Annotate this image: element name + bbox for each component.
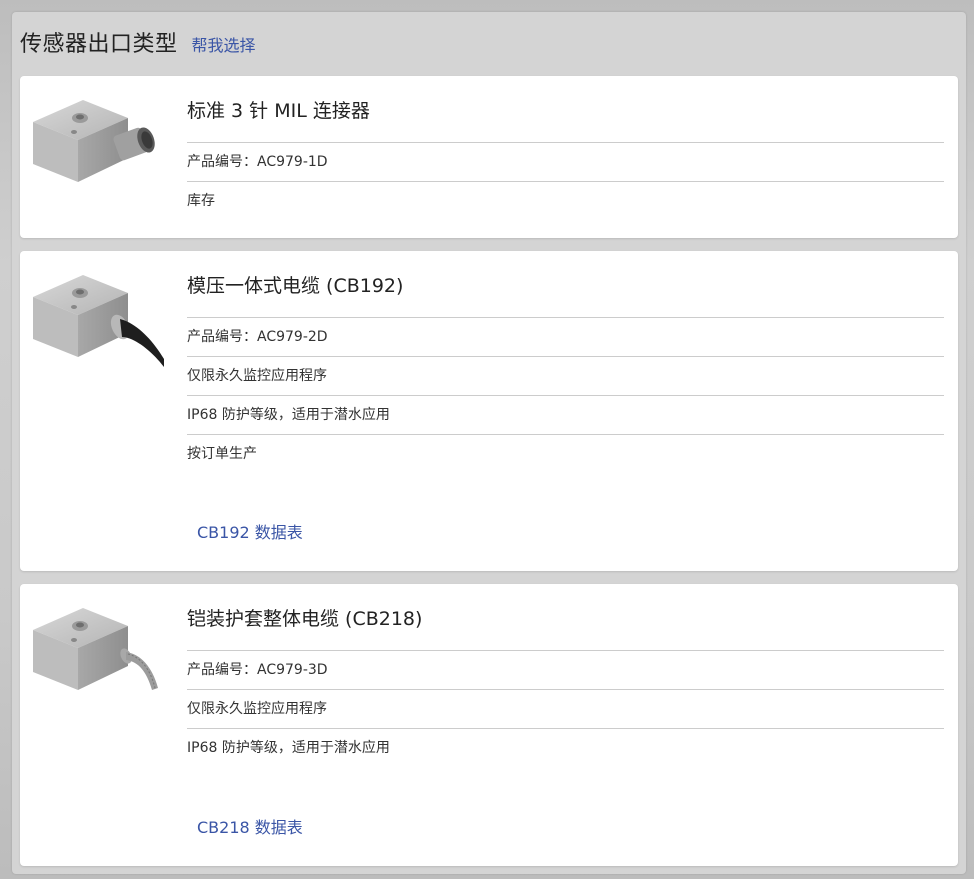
feature-item: IP68 防护等级，适用于潜水应用 <box>187 740 390 756</box>
part-number: 产品编号：AC979-3D <box>187 651 944 690</box>
card-title: 模压一体式电缆 (CB192) <box>187 251 944 318</box>
panel-title: 传感器出口类型 <box>20 32 178 57</box>
stock-status: 库存 <box>187 193 215 209</box>
outlet-type-panel: 传感器出口类型 帮我选择 标准 3 针 MIL 连接器 产品编号：AC979-1… <box>12 12 966 874</box>
card-info: 标准 3 针 MIL 连接器 产品编号：AC979-1D 库存 <box>187 76 944 220</box>
card-title: 铠装护套整体电缆 (CB218) <box>187 584 944 651</box>
feature-item: 仅限永久监控应用程序 <box>187 690 944 729</box>
sensor-mil-connector-image <box>33 100 155 182</box>
stock-status: 按订单生产 <box>187 446 257 462</box>
panel-header: 传感器出口类型 帮我选择 <box>20 26 256 57</box>
option-card-armored-cable[interactable]: 铠装护套整体电缆 (CB218) 产品编号：AC979-3D 仅限永久监控应用程… <box>20 584 958 866</box>
cb192-datasheet-link[interactable]: CB192 数据表 <box>197 519 303 543</box>
card-info: 模压一体式电缆 (CB192) 产品编号：AC979-2D 仅限永久监控应用程序… <box>187 251 944 473</box>
card-info: 铠装护套整体电缆 (CB218) 产品编号：AC979-3D 仅限永久监控应用程… <box>187 584 944 767</box>
feature-item: 仅限永久监控应用程序 <box>187 357 944 396</box>
part-number: 产品编号：AC979-1D <box>187 143 944 182</box>
feature-item: IP68 防护等级，适用于潜水应用 <box>187 396 944 435</box>
option-card-molded-cable[interactable]: 模压一体式电缆 (CB192) 产品编号：AC979-2D 仅限永久监控应用程序… <box>20 251 958 571</box>
part-number: 产品编号：AC979-2D <box>187 318 944 357</box>
option-card-mil-connector[interactable]: 标准 3 针 MIL 连接器 产品编号：AC979-1D 库存 <box>20 76 958 238</box>
sensor-molded-cable-image <box>33 275 164 367</box>
cb218-datasheet-link[interactable]: CB218 数据表 <box>197 814 303 838</box>
sensor-armored-cable-image <box>33 608 158 690</box>
help-me-choose-link[interactable]: 帮我选择 <box>192 32 256 56</box>
card-title: 标准 3 针 MIL 连接器 <box>187 76 944 143</box>
